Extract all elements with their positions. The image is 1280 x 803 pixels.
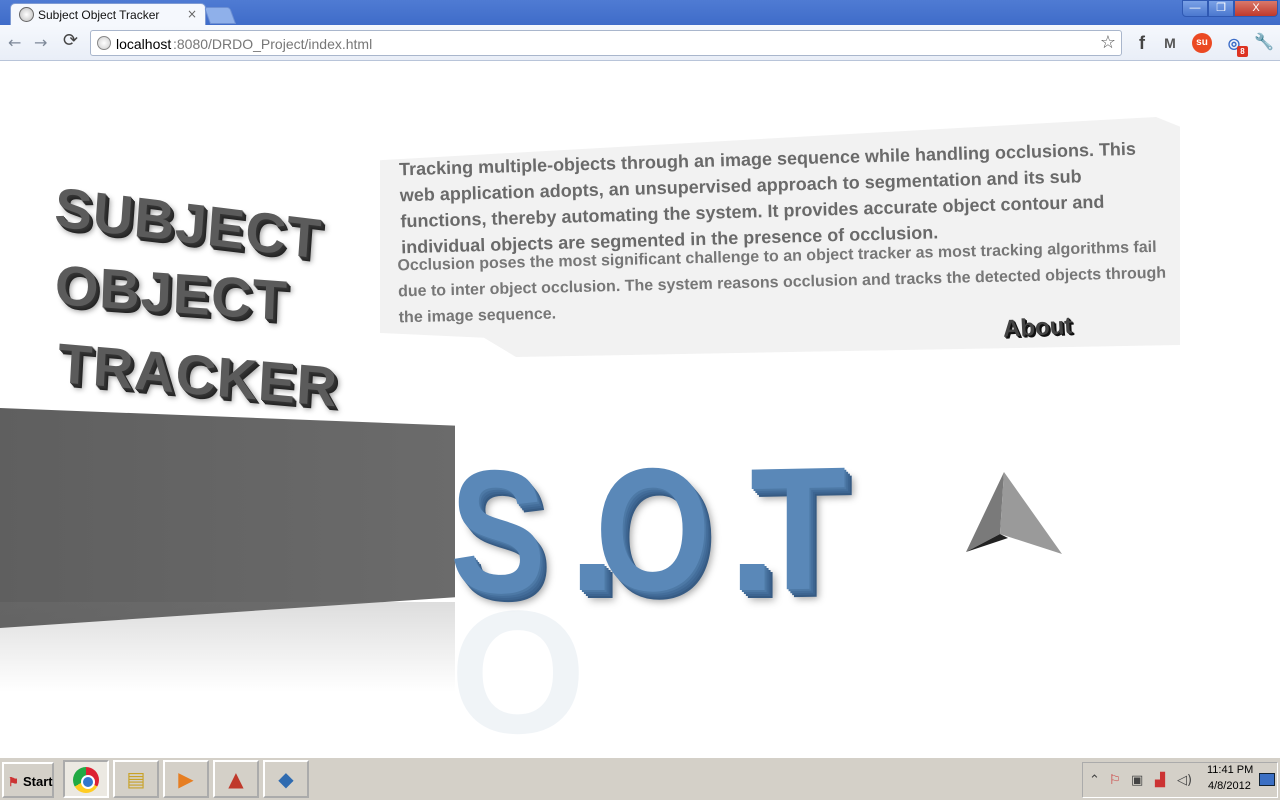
explorer-taskbar-button[interactable]: ▤ [113, 760, 159, 798]
folder-icon: ▤ [126, 767, 146, 791]
navigation-arrow-icon[interactable] [962, 472, 1066, 562]
virtualbox-icon: ◆ [278, 767, 294, 791]
action-center-icon[interactable]: ⚐ [1109, 773, 1121, 788]
start-button[interactable]: ⚑ Start [2, 762, 54, 798]
back-arrow-icon[interactable]: ← [8, 33, 21, 52]
clock-time[interactable]: 11:41 PM [1207, 764, 1253, 776]
url-host: localhost [116, 36, 172, 52]
ramp-reflection [0, 602, 455, 692]
address-bar[interactable]: localhost :8080/DRDO_Project/index.html … [90, 30, 1122, 56]
page-content: SUBJECT OBJECT TRACKER Tracking multiple… [0, 62, 1280, 756]
volume-icon[interactable]: ◁) [1177, 773, 1192, 788]
media-player-icon: ▶ [178, 767, 194, 791]
clock-date[interactable]: 4/8/2012 [1208, 780, 1251, 792]
chrome-icon [73, 767, 99, 793]
bookmark-star-icon[interactable]: ☆ [1100, 32, 1116, 53]
title-line-object: OBJECT [53, 253, 289, 333]
wrench-menu-icon[interactable]: 🔧 [1254, 33, 1274, 53]
show-desktop-icon[interactable] [1259, 773, 1275, 786]
media-player-taskbar-button[interactable]: ▶ [163, 760, 209, 798]
browser-title-bar: Subject Object Tracker × — ❐ X [0, 0, 1280, 25]
browser-toolbar: ← → ⟳ localhost :8080/DRDO_Project/index… [0, 25, 1280, 61]
chrome-taskbar-button[interactable] [63, 760, 109, 798]
rss-badge: 8 [1237, 46, 1248, 57]
rss-extension-icon[interactable]: ◎ 8 [1224, 33, 1248, 57]
tray-expand-icon[interactable]: ⌃ [1089, 773, 1100, 788]
title-line-tracker: TRACKER [56, 331, 340, 419]
power-icon[interactable]: ▣ [1131, 773, 1143, 788]
start-label: Start [23, 774, 53, 789]
facebook-extension-icon[interactable]: f [1132, 33, 1152, 53]
matlab-taskbar-button[interactable]: ▲ [213, 760, 259, 798]
gray-ramp-graphic [0, 408, 455, 628]
close-window-button[interactable]: X [1234, 0, 1278, 17]
new-tab-button[interactable] [203, 7, 237, 24]
logo-reflection: O [450, 574, 1030, 756]
about-link[interactable]: About [1002, 312, 1073, 344]
url-path: :8080/DRDO_Project/index.html [173, 36, 373, 52]
stumbleupon-extension-icon[interactable]: su [1192, 33, 1212, 53]
forward-arrow-icon[interactable]: → [34, 33, 47, 52]
virtualbox-taskbar-button[interactable]: ◆ [263, 760, 309, 798]
network-icon[interactable]: ▟ [1155, 773, 1165, 788]
tab-close-icon[interactable]: × [187, 7, 197, 21]
globe-icon [97, 36, 111, 50]
maximize-button[interactable]: ❐ [1208, 0, 1234, 17]
matlab-icon: ▲ [228, 767, 244, 791]
minimize-button[interactable]: — [1182, 0, 1208, 17]
gmail-extension-icon[interactable]: M [1160, 33, 1180, 53]
reload-icon[interactable]: ⟳ [63, 30, 78, 51]
logo-reflection-text: O [450, 574, 587, 756]
tab-title: Subject Object Tracker [38, 8, 160, 22]
windows-flag-icon: ⚑ [8, 775, 19, 789]
page-favicon-icon [19, 7, 34, 22]
browser-tab[interactable]: Subject Object Tracker × [10, 3, 206, 25]
windows-taskbar: ⚑ Start ▤ ▶ ▲ ◆ ⌃ ⚐ ▣ ▟ ◁) [0, 756, 1280, 800]
